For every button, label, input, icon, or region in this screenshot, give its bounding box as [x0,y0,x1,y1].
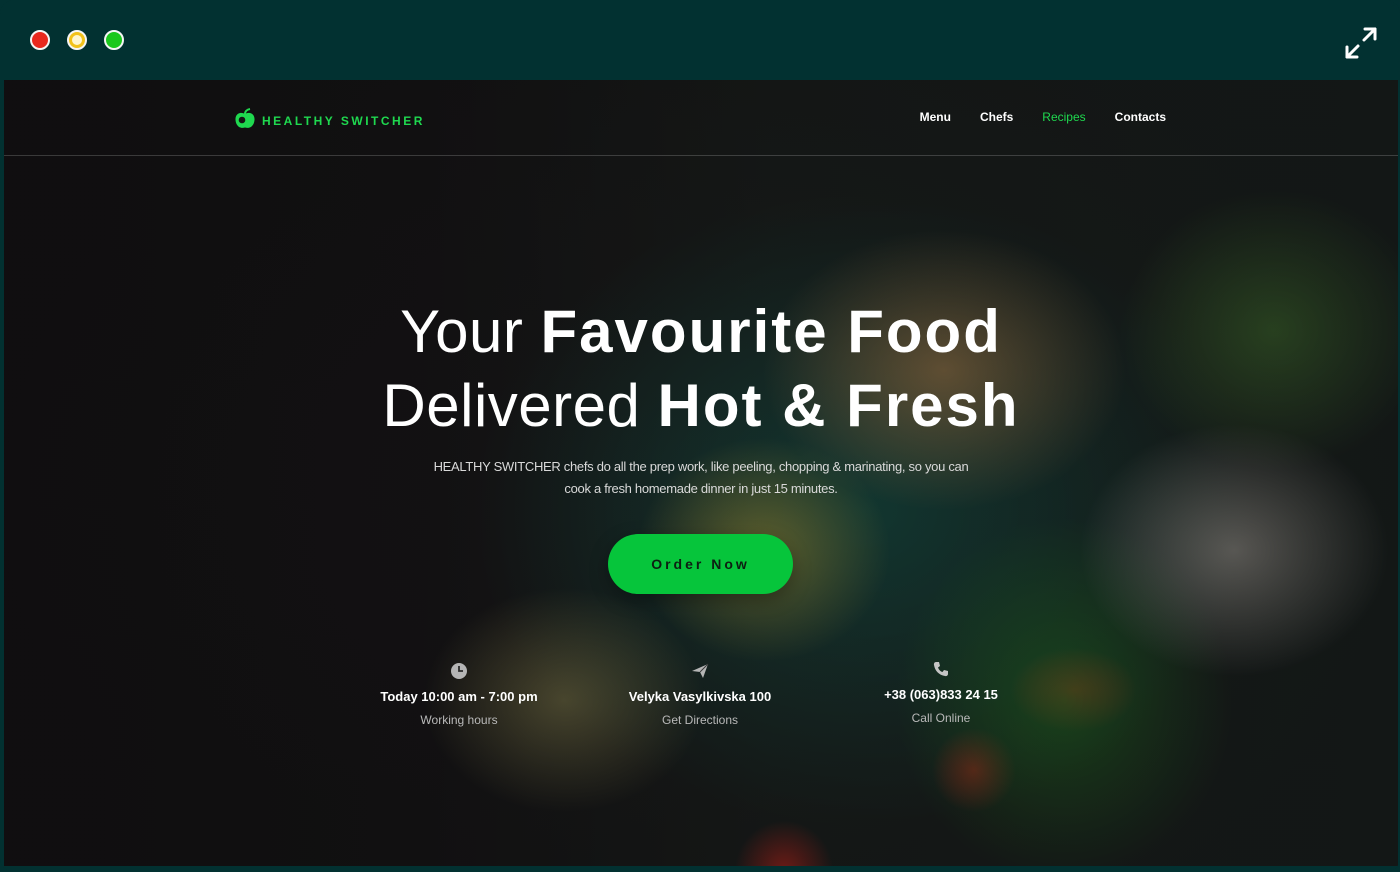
hero-line2-light: Delivered [382,372,641,439]
nav-item-menu[interactable]: Menu [920,110,951,124]
address-info[interactable]: Velyka Vasylkivska 100 Get Directions [600,660,800,727]
window-titlebar [0,0,1400,80]
phone-icon [933,662,948,677]
expand-icon[interactable] [1344,26,1378,60]
nav-links: Menu Chefs Recipes Contacts [920,110,1166,124]
apple-icon [235,108,255,128]
hero-line1-light: Your [400,298,524,365]
clock-icon [451,663,467,679]
call-online-link[interactable]: Call Online [841,711,1041,725]
close-window-button[interactable] [30,30,50,50]
brand-name: HEALTHY SWITCHER [262,113,425,128]
hero-line2-bold: Hot & Fresh [657,372,1020,439]
hero-heading-line-2: Delivered Hot & Fresh [4,369,1398,443]
nav-item-contacts[interactable]: Contacts [1115,110,1166,124]
maximize-window-button[interactable] [104,30,124,50]
page-viewport: HEALTHY SWITCHER Menu Chefs Recipes Cont… [4,80,1398,866]
top-navigation: HEALTHY SWITCHER Menu Chefs Recipes Cont… [4,80,1398,156]
nav-item-recipes[interactable]: Recipes [1042,110,1085,124]
hero-heading-line-1: Your Favourite Food [4,295,1398,369]
brand-logo[interactable]: HEALTHY SWITCHER [234,108,425,130]
minimize-window-button[interactable] [67,30,87,50]
hero-heading: Your Favourite Food Delivered Hot & Fres… [4,295,1398,443]
nav-item-chefs[interactable]: Chefs [980,110,1013,124]
hero-line1-bold: Favourite Food [540,298,1002,365]
phone-info[interactable]: +38 (063)833 24 15 Call Online [841,658,1041,725]
hero-subtitle: HEALTHY SWITCHER chefs do all the prep w… [433,459,969,496]
order-now-button[interactable]: Order Now [608,534,793,594]
browser-window: HEALTHY SWITCHER Menu Chefs Recipes Cont… [0,0,1400,872]
phone-value[interactable]: +38 (063)833 24 15 [841,686,1041,704]
address-value: Velyka Vasylkivska 100 [628,689,772,704]
get-directions-link[interactable]: Get Directions [600,713,800,727]
paper-plane-icon [692,663,709,678]
working-hours-info: Today 10:00 am - 7:00 pm Working hours [359,660,559,727]
working-hours-value: Today 10:00 am - 7:00 pm [380,689,538,704]
working-hours-label: Working hours [420,713,498,727]
